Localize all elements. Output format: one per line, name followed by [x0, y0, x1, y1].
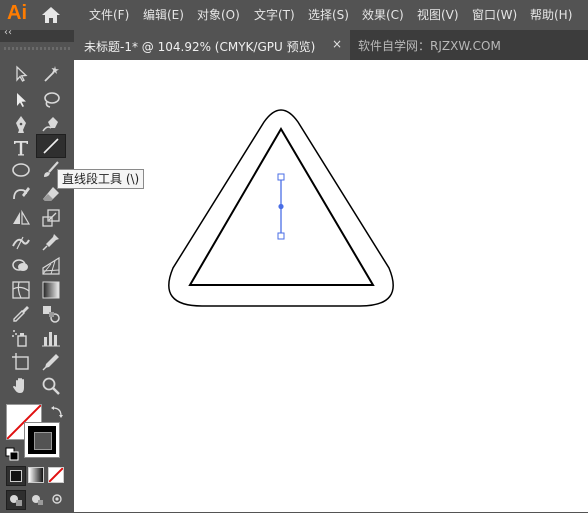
eyedropper-icon[interactable]	[10, 304, 32, 324]
ellipse-tool-icon[interactable]	[10, 160, 32, 180]
menu-edit[interactable]: 编辑(E)	[143, 6, 184, 23]
column-graph-icon[interactable]	[40, 328, 62, 348]
width-tool-icon[interactable]	[10, 232, 32, 252]
line-center-point	[278, 203, 284, 210]
curvature-tool-icon[interactable]	[40, 114, 62, 134]
lasso-tool-icon[interactable]	[40, 90, 62, 110]
tooltip-line-segment-tool: 直线段工具 (\)	[57, 169, 145, 189]
artboard-canvas[interactable]	[74, 60, 588, 512]
line-segment-tool-icon[interactable]	[36, 134, 66, 158]
blend-tool-icon[interactable]	[40, 304, 62, 324]
draw-inside-icon[interactable]	[48, 490, 66, 508]
symbol-sprayer-icon[interactable]	[10, 328, 32, 348]
perspective-grid-icon[interactable]	[40, 256, 62, 276]
direct-selection-tool-icon[interactable]	[10, 90, 32, 110]
tab-close-button[interactable]: ×	[332, 37, 342, 51]
anchor-point-top[interactable]	[277, 173, 285, 181]
tab-active-document[interactable]: 未标题-1* @ 104.92% (CMYK/GPU 预览) ×	[74, 30, 350, 60]
home-icon[interactable]	[40, 5, 62, 25]
reflect-tool-icon[interactable]	[10, 208, 32, 228]
document-tab-bar: 未标题-1* @ 104.92% (CMYK/GPU 预览) × 软件自学网：R…	[74, 30, 588, 60]
tab-title: 未标题-1* @ 104.92% (CMYK/GPU 预览)	[84, 40, 316, 54]
artwork	[168, 109, 394, 307]
tab-other[interactable]: 软件自学网：RJZXW.COM	[358, 37, 501, 54]
toolbar-header[interactable]: ‹‹	[0, 27, 74, 42]
none-mode-button[interactable]	[48, 467, 64, 483]
gradient-tool-icon[interactable]	[40, 280, 62, 300]
color-mode-button[interactable]	[6, 466, 26, 486]
menu-help[interactable]: 帮助(H)	[530, 6, 572, 23]
zoom-tool-icon[interactable]	[40, 376, 62, 396]
gradient-mode-button[interactable]	[28, 467, 44, 483]
collapse-icon[interactable]: ‹‹	[4, 27, 12, 38]
swap-fill-stroke-icon[interactable]	[50, 404, 64, 418]
draw-behind-icon[interactable]	[28, 490, 46, 508]
menu-view[interactable]: 视图(V)	[417, 6, 459, 23]
hand-tool-icon[interactable]	[10, 376, 32, 396]
stroke-swatch[interactable]	[24, 422, 60, 458]
artboard-tool-icon[interactable]	[10, 352, 32, 372]
shape-builder-icon[interactable]	[10, 256, 32, 276]
menu-window[interactable]: 窗口(W)	[472, 6, 517, 23]
default-colors-icon[interactable]	[5, 446, 19, 461]
magic-wand-icon[interactable]	[40, 64, 62, 84]
type-tool-icon[interactable]	[10, 138, 32, 158]
menu-object[interactable]: 对象(O)	[197, 6, 240, 23]
slice-tool-icon[interactable]	[40, 352, 62, 372]
shaper-tool-icon[interactable]	[10, 184, 32, 204]
anchor-point-bottom[interactable]	[277, 232, 285, 240]
mesh-tool-icon[interactable]	[10, 280, 32, 300]
menu-type[interactable]: 文字(T)	[254, 6, 295, 23]
pen-tool-icon[interactable]	[10, 114, 32, 134]
toolbar-grip[interactable]	[4, 47, 70, 50]
menu-file[interactable]: 文件(F)	[89, 6, 129, 23]
draw-normal-icon[interactable]	[6, 490, 26, 510]
selection-tool-icon[interactable]	[10, 64, 32, 84]
scale-tool-icon[interactable]	[40, 208, 62, 228]
menu-effect[interactable]: 效果(C)	[362, 6, 404, 23]
menu-select[interactable]: 选择(S)	[308, 6, 349, 23]
menu-bar: Ai 文件(F) 编辑(E) 对象(O) 文字(T) 选择(S) 效果(C) 视…	[0, 0, 588, 30]
puppet-warp-icon[interactable]	[40, 232, 62, 252]
tools-panel: ‹‹	[0, 27, 74, 512]
app-logo: Ai	[7, 2, 27, 24]
